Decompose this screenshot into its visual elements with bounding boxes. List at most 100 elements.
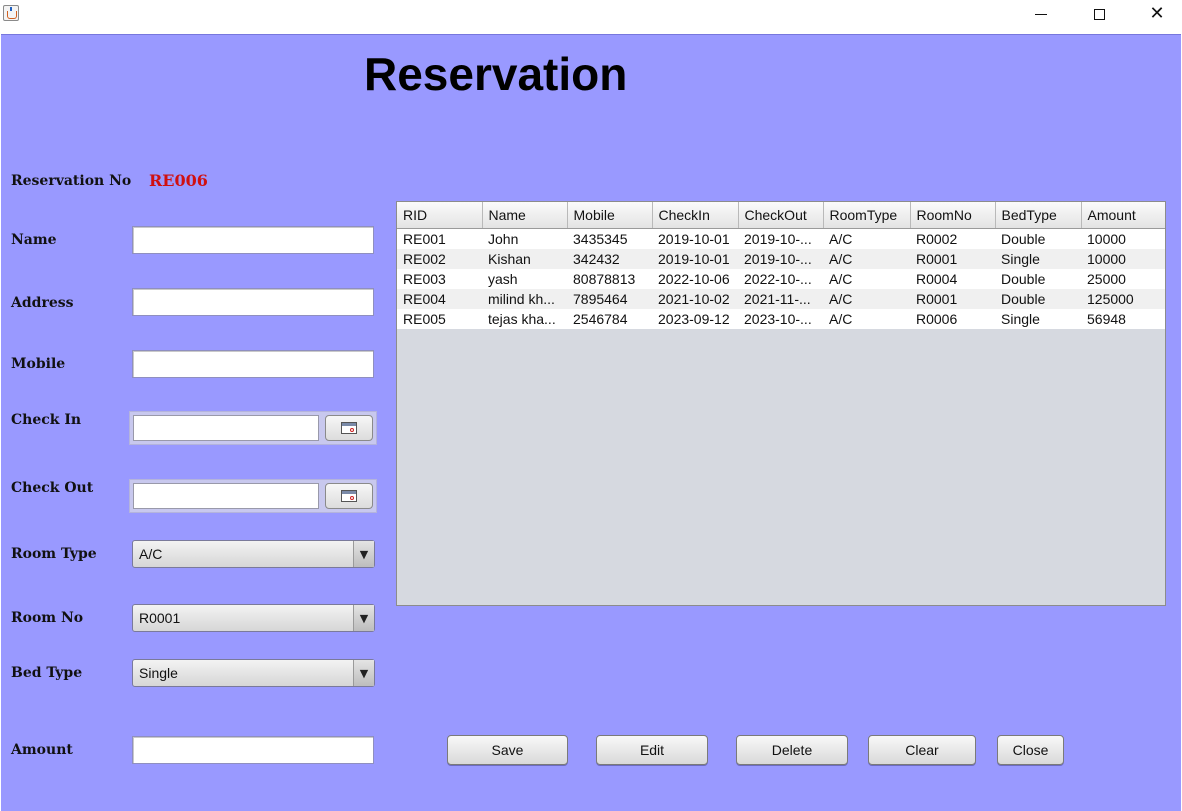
address-field[interactable]	[132, 288, 374, 316]
table-cell: RE003	[397, 269, 482, 289]
table-cell: R0004	[910, 269, 995, 289]
room-type-value: A/C	[139, 546, 163, 562]
title-bar: ✕	[0, 0, 1182, 32]
table-header-row: RID Name Mobile CheckIn CheckOut RoomTyp…	[397, 202, 1165, 229]
bed-type-value: Single	[139, 665, 178, 681]
page-title: Reservation	[364, 48, 628, 100]
column-header-amount[interactable]: Amount	[1081, 202, 1165, 229]
table-cell: 2019-10-01	[652, 249, 738, 269]
bed-type-dropdown[interactable]: Single ▼	[132, 659, 375, 687]
table-row[interactable]: RE005 tejas kha... 2546784 2023-09-12 20…	[397, 309, 1165, 329]
column-header-checkout[interactable]: CheckOut	[738, 202, 824, 229]
table-row[interactable]: RE002 Kishan 342432 2019-10-01 2019-10-.…	[397, 249, 1165, 269]
table-cell: 2546784	[567, 309, 652, 329]
table-cell: 2019-10-01	[652, 228, 738, 249]
column-header-rid[interactable]: RID	[397, 202, 483, 229]
java-cup-icon	[3, 5, 19, 21]
column-header-bedtype[interactable]: BedType	[995, 202, 1082, 229]
check-out-label: Check Out	[11, 480, 94, 496]
clear-button[interactable]: Clear	[868, 735, 976, 765]
name-field[interactable]	[132, 226, 374, 254]
table-cell: 3435345	[567, 228, 652, 249]
check-out-calendar-button[interactable]	[325, 483, 373, 509]
check-in-calendar-button[interactable]	[325, 415, 373, 441]
table-cell: R0002	[910, 228, 995, 249]
room-no-value: R0001	[139, 610, 181, 626]
minimize-icon	[1035, 13, 1047, 15]
calendar-icon	[341, 422, 357, 434]
table-cell: A/C	[823, 309, 910, 329]
table-cell: RE004	[397, 289, 482, 309]
table-row[interactable]: RE001 John 3435345 2019-10-01 2019-10-..…	[397, 228, 1165, 249]
room-no-dropdown[interactable]: R0001 ▼	[132, 604, 375, 632]
check-in-date-chooser	[129, 411, 377, 445]
mobile-label: Mobile	[11, 356, 66, 372]
table-cell: 2022-10-06	[652, 269, 738, 289]
table-cell: R0006	[910, 309, 995, 329]
table-cell: Single	[995, 249, 1081, 269]
column-header-name[interactable]: Name	[482, 202, 568, 229]
table-cell: 342432	[567, 249, 652, 269]
table-cell: yash	[482, 269, 567, 289]
table-cell: 2022-10-...	[738, 269, 823, 289]
amount-label: Amount	[11, 742, 73, 758]
chevron-down-icon: ▼	[353, 605, 374, 631]
room-no-label: Room No	[11, 610, 84, 626]
window-close-button[interactable]: ✕	[1128, 0, 1182, 28]
table-cell: tejas kha...	[482, 309, 567, 329]
table-cell: Double	[995, 289, 1081, 309]
check-out-date-chooser	[129, 479, 377, 513]
column-header-roomtype[interactable]: RoomType	[823, 202, 911, 229]
chevron-down-icon: ▼	[353, 541, 374, 567]
bed-type-label: Bed Type	[11, 665, 83, 681]
check-in-field[interactable]	[133, 415, 319, 441]
address-label: Address	[11, 295, 74, 311]
maximize-icon	[1093, 8, 1105, 20]
maximize-button[interactable]	[1070, 0, 1128, 28]
check-in-label: Check In	[11, 412, 82, 428]
save-button[interactable]: Save	[447, 735, 568, 765]
calendar-icon	[341, 490, 357, 502]
table-cell: Single	[995, 309, 1081, 329]
mobile-field[interactable]	[132, 350, 374, 378]
table-cell: R0001	[910, 289, 995, 309]
table-cell: 125000	[1081, 289, 1165, 309]
column-header-roomno[interactable]: RoomNo	[910, 202, 996, 229]
table-row[interactable]: RE004 milind kh... 7895464 2021-10-02 20…	[397, 289, 1165, 309]
room-type-label: Room Type	[11, 546, 97, 562]
delete-button[interactable]: Delete	[736, 735, 848, 765]
close-button[interactable]: Close	[997, 735, 1064, 765]
table-cell: A/C	[823, 249, 910, 269]
table-cell: A/C	[823, 228, 910, 249]
table-cell: RE005	[397, 309, 482, 329]
table-cell: 2021-10-02	[652, 289, 738, 309]
table-cell: 2019-10-...	[738, 249, 823, 269]
table-cell: 2023-09-12	[652, 309, 738, 329]
table-cell: 25000	[1081, 269, 1165, 289]
table-cell: milind kh...	[482, 289, 567, 309]
table-cell: Double	[995, 228, 1081, 249]
table-cell: R0001	[910, 249, 995, 269]
table-cell: RE001	[397, 228, 482, 249]
edit-button[interactable]: Edit	[596, 735, 708, 765]
chevron-down-icon: ▼	[353, 660, 374, 686]
table-cell: 10000	[1081, 228, 1165, 249]
reservation-panel: Reservation Reservation No RE006 Name Ad…	[1, 34, 1181, 811]
table-cell: Kishan	[482, 249, 567, 269]
check-out-field[interactable]	[133, 483, 319, 509]
close-icon: ✕	[1149, 3, 1165, 24]
column-header-checkin[interactable]: CheckIn	[652, 202, 739, 229]
table-cell: John	[482, 228, 567, 249]
reservation-table[interactable]: RID Name Mobile CheckIn CheckOut RoomTyp…	[396, 201, 1166, 606]
name-label: Name	[11, 232, 57, 248]
table-cell: 80878813	[567, 269, 652, 289]
column-header-mobile[interactable]: Mobile	[567, 202, 653, 229]
reservation-no-value: RE006	[149, 171, 208, 190]
table-cell: 2023-10-...	[738, 309, 823, 329]
amount-field[interactable]	[132, 736, 374, 764]
room-type-dropdown[interactable]: A/C ▼	[132, 540, 375, 568]
minimize-button[interactable]	[1012, 0, 1070, 28]
table-cell: A/C	[823, 289, 910, 309]
table-row[interactable]: RE003 yash 80878813 2022-10-06 2022-10-.…	[397, 269, 1165, 289]
table-cell: 56948	[1081, 309, 1165, 329]
